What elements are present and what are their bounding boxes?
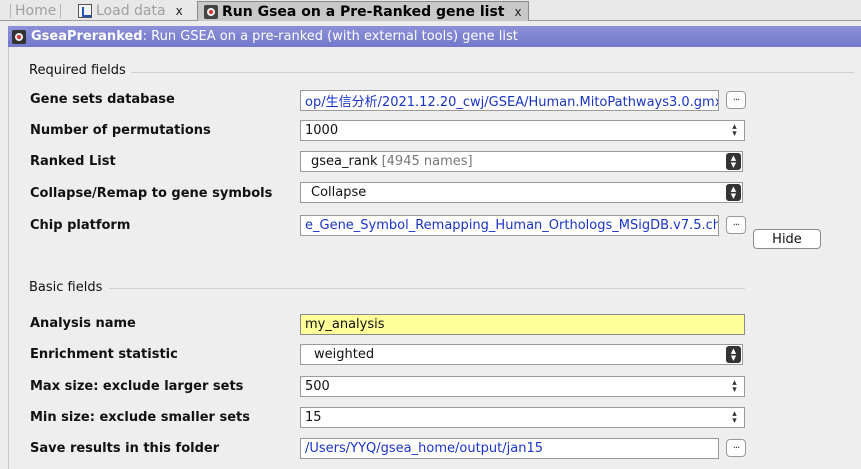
analysis-name-label: Analysis name (30, 316, 136, 331)
ranked-list-dropdown[interactable]: gsea_rank [4945 names] ▲ ▼ (300, 151, 743, 172)
load-data-icon (78, 4, 92, 18)
gene-sets-value: op/生信分析/2021.12.20_cwj/GSEA/Human.MitoPa… (305, 95, 719, 110)
stepper-arrows-icon[interactable]: ▴ ▾ (727, 122, 742, 138)
tab-separator (10, 4, 11, 18)
tab-separator (60, 4, 62, 18)
max-size-spinner[interactable]: 500 ▴ ▾ (300, 376, 745, 397)
ranked-list-count: [4945 names] (381, 154, 473, 169)
chip-platform-browse-button[interactable]: ··· (726, 216, 746, 234)
save-folder-value: /Users/YYQ/gsea_home/output/jan15 (305, 441, 543, 456)
min-size-label: Min size: exclude smaller sets (30, 410, 250, 425)
gene-sets-field[interactable]: op/生信分析/2021.12.20_cwj/GSEA/Human.MitoPa… (300, 90, 719, 111)
dropdown-arrows-icon[interactable]: ▲ ▼ (726, 153, 741, 170)
section-divider (109, 288, 745, 289)
tab-home[interactable]: Home (4, 1, 67, 21)
ranked-list-label: Ranked List (30, 154, 116, 169)
min-size-value: 15 (305, 410, 322, 425)
chip-platform-label: Chip platform (30, 218, 131, 233)
gear-icon (12, 29, 26, 44)
close-icon[interactable]: x (514, 5, 521, 19)
gear-icon (204, 4, 218, 19)
stepper-arrows-icon[interactable]: ▴ ▾ (727, 409, 742, 425)
analysis-name-value: my_analysis (305, 317, 385, 332)
permutations-value: 1000 (305, 123, 339, 138)
required-fields-heading: Required fields (29, 63, 126, 78)
max-size-value: 500 (305, 379, 330, 394)
tab-strip: Home Load data x Run Gsea on a Pre-Ranke… (0, 0, 861, 21)
enrichment-value: weighted (314, 347, 375, 362)
save-folder-label: Save results in this folder (30, 441, 220, 456)
basic-fields-heading: Basic fields (29, 280, 103, 295)
gene-sets-label: Gene sets database (30, 92, 175, 107)
tab-load-data[interactable]: Load data x (72, 1, 189, 21)
close-icon[interactable]: x (176, 4, 183, 18)
collapse-value: Collapse (311, 185, 367, 200)
collapse-label: Collapse/Remap to gene symbols (30, 186, 273, 201)
max-size-label: Max size: exclude larger sets (30, 379, 244, 394)
min-size-spinner[interactable]: 15 ▴ ▾ (300, 407, 745, 428)
dropdown-arrows-icon[interactable]: ▲ ▼ (726, 184, 741, 201)
hide-button[interactable]: Hide (753, 229, 821, 249)
save-folder-browse-button[interactable]: ··· (726, 439, 746, 457)
tool-name: GseaPreranked (31, 29, 143, 44)
analysis-name-input[interactable]: my_analysis (300, 314, 745, 335)
ranked-list-value: gsea_rank (311, 154, 378, 169)
collapse-dropdown[interactable]: Collapse ▲ ▼ (300, 182, 743, 203)
tab-load-data-label: Load data (96, 3, 166, 19)
chip-platform-value: e_Gene_Symbol_Remapping_Human_Orthologs_… (305, 218, 719, 233)
tab-home-label: Home (15, 3, 57, 19)
tab-run-gsea[interactable]: Run Gsea on a Pre-Ranked gene list x (197, 1, 529, 21)
tool-title: GseaPreranked: Run GSEA on a pre-ranked … (31, 29, 518, 44)
enrichment-label: Enrichment statistic (30, 347, 178, 362)
permutations-spinner[interactable]: 1000 ▴ ▾ (300, 120, 745, 141)
parameters-panel: Required fields Gene sets database op/生信… (8, 47, 861, 469)
permutations-label: Number of permutations (30, 123, 211, 138)
save-folder-field[interactable]: /Users/YYQ/gsea_home/output/jan15 (300, 438, 719, 459)
gene-sets-browse-button[interactable]: ··· (726, 91, 746, 109)
section-divider (131, 72, 854, 73)
enrichment-dropdown[interactable]: weighted ▲ ▼ (300, 344, 743, 365)
dropdown-arrows-icon[interactable]: ▲ ▼ (726, 346, 741, 363)
stepper-arrows-icon[interactable]: ▴ ▾ (727, 378, 742, 394)
tool-description: : Run GSEA on a pre-ranked (with externa… (142, 29, 518, 44)
tool-title-bar: GseaPreranked: Run GSEA on a pre-ranked … (8, 26, 861, 47)
tab-run-gsea-label: Run Gsea on a Pre-Ranked gene list (222, 3, 505, 20)
chip-platform-field[interactable]: e_Gene_Symbol_Remapping_Human_Orthologs_… (300, 215, 719, 236)
